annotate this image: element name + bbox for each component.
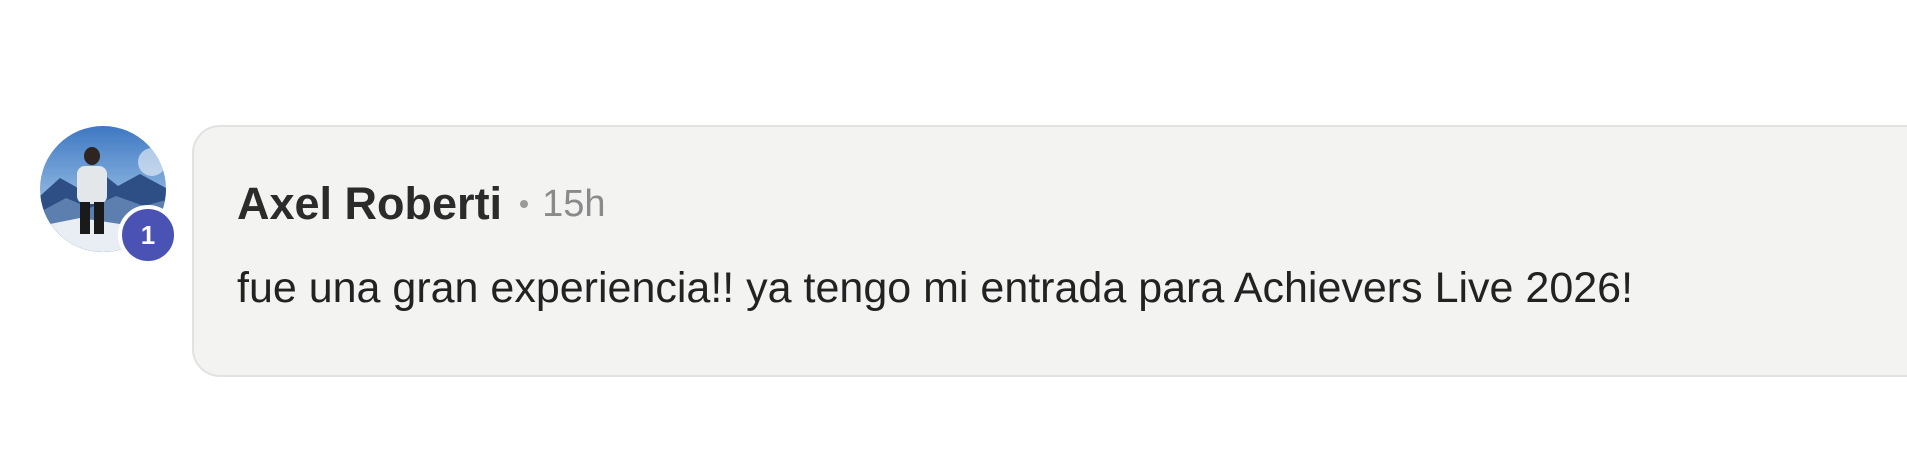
separator-dot	[520, 200, 529, 208]
comment-text: fue una gran experiencia!! ya tengo mi e…	[237, 264, 1634, 312]
comment-bubble	[192, 125, 1907, 377]
author-name[interactable]: Axel Roberti	[237, 178, 502, 230]
comment: 1 Axel Roberti 15h fue una gran experien…	[0, 0, 1907, 473]
comment-timestamp[interactable]: 15h	[542, 183, 605, 226]
comment-meta: Axel Roberti 15h	[237, 176, 605, 232]
notification-count-badge: 1	[118, 205, 178, 265]
